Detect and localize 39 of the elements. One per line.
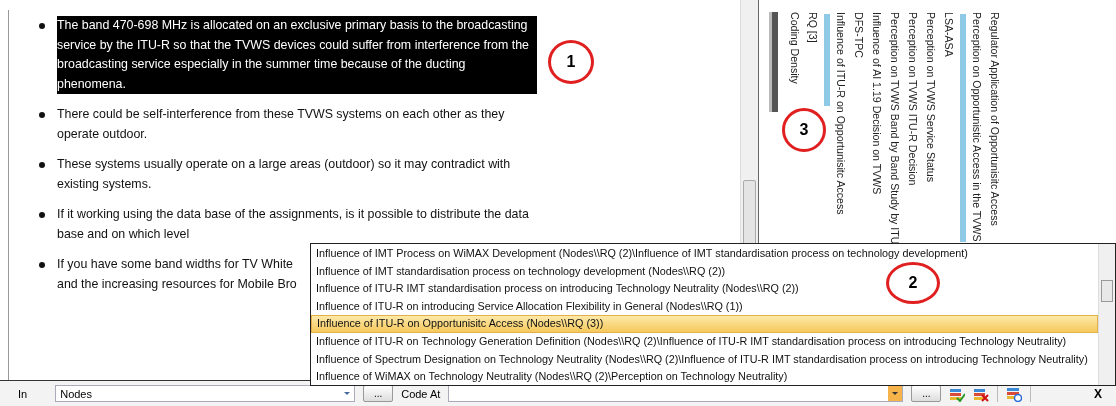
annotation-circle: 3 — [782, 108, 826, 152]
in-label: In — [18, 387, 28, 400]
list-item[interactable]: Influence of ITU-R on Opportunisitc Access (Nodes\\RQ (3)) — [311, 315, 1098, 333]
in-dropdown[interactable]: Nodes — [55, 385, 356, 402]
bullet-icon — [39, 23, 45, 29]
bullet-icon — [39, 162, 45, 168]
close-button[interactable]: X — [1090, 386, 1106, 401]
stripe-label: RQ [3] — [806, 12, 820, 43]
caret-icon — [888, 386, 903, 401]
stripe-label: Influence of ITU-R on Opportunisitc Access — [834, 12, 848, 215]
vertical-scrollbar[interactable] — [1098, 244, 1115, 385]
list-item[interactable]: Influence of ITU-R on Technology Generation Definition (Nodes\\RQ (2)\Influence of ITU-R IMT standardisation process on introducing Technology Neutrality) — [311, 332, 1067, 351]
paragraph: There could be self-interference from these TVWS systems on each other as they operate outdoor. — [57, 106, 506, 143]
list-item[interactable]: Influence of IMT Process on WiMAX Development (Nodes\\RQ (2)\Influence of IMT standardisation process on technology development) — [311, 245, 968, 263]
paragraph: If it working using the data base of the assignments, is it possible to distribute the data base and on which level — [57, 206, 530, 243]
list-item[interactable]: Influence of IMT standardisation process on technology development (Nodes\\RQ (2)) — [311, 262, 726, 281]
stripe-label: Influence of AI 1.19 Decision on TVWS — [870, 12, 884, 195]
list-item[interactable]: Influence of ITU-R IMT standardisation process on introducing Technology Neutrality (Nodes\\RQ (2)) — [311, 280, 799, 298]
list-item[interactable]: Influence of WiMAX on Technology Neutrality (Nodes\\RQ (2)\Perception on Technology Neutrality) — [311, 368, 788, 386]
list-item[interactable]: Influence of Spectrum Designation on Technology Neutrality (Nodes\\RQ (2)\Influence of ITU-R IMT standardisation process on introducing Technology Neutrality) — [311, 350, 1088, 369]
stripe-label: LSA-ASA — [942, 12, 956, 57]
bullet-icon — [39, 212, 45, 218]
list-item[interactable]: Influence of ITU-R on introducing Service Allocation Flexibility in General (Nodes\\RQ (1)) — [311, 297, 743, 316]
stripe-label: DFS-TPC — [852, 12, 866, 58]
stripes-icon[interactable] — [1006, 385, 1023, 402]
stripe-label: Perception on TVWS Service Status — [924, 12, 938, 182]
bullet-icon — [39, 262, 45, 268]
bullet-icon — [39, 112, 45, 118]
stripe-label: Perception on Opportunistic Access in the TVWS — [970, 12, 984, 242]
stripe-label: Regulator Application of Opportunisitc Access — [988, 12, 1002, 226]
code-at-label: Code At — [401, 387, 441, 400]
annotation-circle: 2 — [886, 262, 940, 304]
stripe-label: Perception on TVWS ITU-R Decision — [906, 12, 920, 186]
paragraph: The band 470-698 MHz is allocated on an exclusive primary basis to the broadcasting service by the ITU-R so that the TVWS devices could suffer from interference from the broadcasting service especially in the summer time because of the ducting phenomena. — [57, 16, 537, 94]
paragraph: If you have some band widths for TV White and the increasing resources for Mobile Bro — [57, 256, 297, 293]
stripe-label: Perception on TVWS Band by Band Study by ITU — [888, 12, 902, 245]
paragraph: These systems usually operate on a large areas (outdoor) so it may contradict with existing systems. — [57, 156, 512, 193]
annotation-circle: 1 — [548, 40, 594, 84]
stripe-label: Coding Density — [788, 12, 802, 84]
